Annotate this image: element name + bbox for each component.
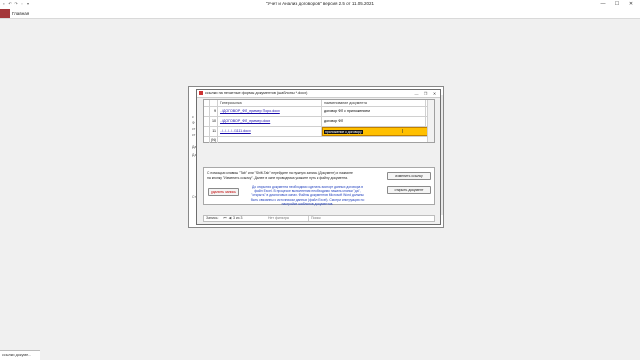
quick-access-toolbar: ▪ ↶ ↷ ▫ ▾	[2, 1, 30, 7]
dialog-titlebar[interactable]: ссылки на печатные формы документов (шаб…	[197, 90, 440, 98]
nav-filter-status[interactable]: Нет фильтра	[268, 216, 289, 221]
row-link-cell[interactable]: ..\ДОГОВОР_ФЛ_пример Поро.docx	[218, 107, 322, 116]
text-cursor-icon: I	[402, 129, 404, 135]
window-controls: — ☐ ✕	[596, 0, 638, 9]
row-link-cell[interactable]: ..\ДОГОВОР_ФЛ_пример.docx	[218, 117, 322, 126]
minimize-button[interactable]: —	[596, 0, 610, 9]
document-hyperlink[interactable]: ..\ДОГОВОР_ФЛ_пример Поро.docx	[220, 109, 280, 113]
dialog-minimize-button[interactable]: —	[412, 90, 421, 97]
row-link-cell[interactable]: ..\..\..\..\..\1111.docx	[218, 127, 322, 136]
bg-form-label: Ф	[192, 121, 195, 125]
close-button[interactable]: ✕	[624, 0, 638, 9]
record-navigation-bar: Запись: ⏮ ◀ 3 из 3 Нет фильтра Поиск	[203, 215, 435, 222]
document-name-combobox[interactable]: приложение к договору I ▼	[322, 127, 434, 136]
dialog-restore-button[interactable]: ❐	[421, 90, 430, 97]
first-record-icon[interactable]: ⏮	[223, 216, 227, 221]
save-icon[interactable]: ▪	[2, 2, 6, 6]
nav-position[interactable]: 3 из 3	[233, 216, 242, 221]
form-icon	[199, 91, 203, 95]
nav-buttons: ⏮ ◀	[223, 216, 232, 221]
app-titlebar: ▪ ↶ ↷ ▫ ▾ "Учет и Анализ договоров" верс…	[0, 0, 640, 9]
bg-form-label: ст	[192, 133, 196, 137]
delete-record-button[interactable]: удалить запись	[208, 188, 239, 196]
redo-icon[interactable]: ↷	[14, 2, 18, 6]
customize-icon[interactable]: ▾	[26, 2, 30, 6]
minimized-form-tab[interactable]: ссылки докуме...	[0, 350, 40, 360]
table-row[interactable]: 10 ..\ДОГОВОР_ФЛ_пример.docx договор ФЛ	[204, 117, 434, 127]
grid-scrollbar[interactable]	[427, 100, 434, 142]
instructions-panel: С помощью клавиш "Tab" или "Shift-Tab" п…	[203, 167, 435, 206]
instructions-text: С помощью клавиш "Tab" или "Shift-Tab" п…	[207, 171, 353, 180]
table-row-current[interactable]: 11 ..\..\..\..\..\1111.docx приложение к…	[204, 127, 434, 137]
header-id	[210, 100, 218, 106]
app-title: "Учет и Анализ договоров" версия 2.5 от …	[265, 1, 375, 6]
row-name-cell[interactable]: договор ФЛ	[322, 117, 426, 126]
new-record-row[interactable]: (N)	[204, 137, 434, 143]
column-header-link[interactable]: Гиперссылка	[218, 100, 322, 106]
bg-form-label: ст	[192, 127, 196, 131]
export-instructions-text: До открытия документа необходимо сделать…	[250, 185, 365, 206]
row-id: 10	[210, 117, 218, 126]
ribbon: Главная	[0, 9, 640, 19]
combobox-selected-value: приложение к договору	[324, 130, 363, 134]
undo-icon[interactable]: ↶	[8, 2, 12, 6]
row-id: 11	[210, 127, 218, 136]
document-hyperlink[interactable]: ..\..\..\..\..\1111.docx	[220, 129, 251, 133]
change-link-button[interactable]: изменить ссылку	[387, 172, 431, 180]
document-hyperlink[interactable]: ..\ДОГОВОР_ФЛ_пример.docx	[220, 119, 270, 123]
print-icon[interactable]: ▫	[20, 2, 24, 6]
nav-record-label: Запись:	[206, 216, 219, 220]
dialog-title: ссылки на печатные формы документов (шаб…	[205, 91, 308, 95]
tab-home[interactable]: Главная	[12, 10, 29, 17]
table-row[interactable]: 9 ..\ДОГОВОР_ФЛ_пример Поро.docx договор…	[204, 107, 434, 117]
previous-record-icon[interactable]: ◀	[228, 216, 232, 221]
links-grid: Гиперссылка наименование документа 9 ..\…	[203, 99, 435, 143]
dialog-close-button[interactable]: ✕	[430, 90, 439, 97]
links-dialog: ссылки на печатные формы документов (шаб…	[196, 89, 441, 225]
maximize-button[interactable]: ☐	[610, 0, 624, 9]
file-tab[interactable]	[0, 9, 10, 18]
row-id: 9	[210, 107, 218, 116]
bg-form-label: с	[192, 115, 194, 119]
row-name-cell[interactable]: договор ФЛ с приложением	[322, 107, 426, 116]
open-document-button[interactable]: открыть документ	[387, 186, 431, 194]
nav-search-field[interactable]: Поиск	[308, 216, 349, 221]
dialog-window-controls: — ❐ ✕	[412, 90, 439, 97]
column-header-name[interactable]: наименование документа	[322, 100, 426, 106]
new-record-marker: (N)	[211, 137, 218, 143]
grid-header: Гиперссылка наименование документа	[204, 100, 434, 107]
